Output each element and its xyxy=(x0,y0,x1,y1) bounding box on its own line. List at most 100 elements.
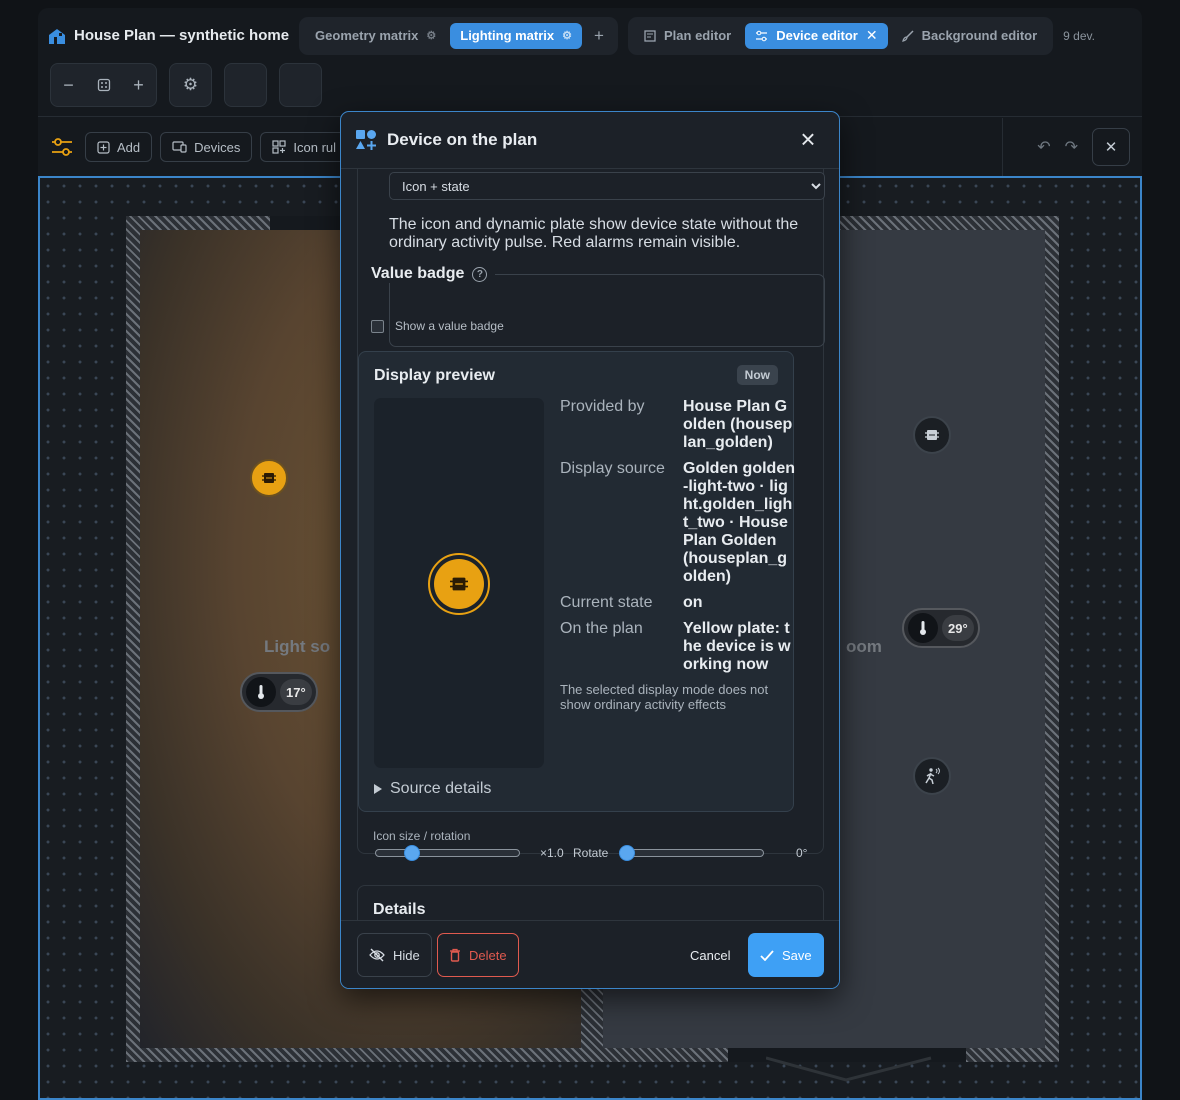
close-dialog-button[interactable]: × xyxy=(795,126,821,153)
preview-properties: Provided by House Plan Golden (houseplan_… xyxy=(560,398,795,712)
cancel-button[interactable]: Cancel xyxy=(679,933,741,977)
settings-button[interactable]: ⚙ xyxy=(169,63,212,107)
property-value: House Plan Golden (houseplan_golden) xyxy=(683,398,793,451)
property-key: Provided by xyxy=(560,398,645,415)
display-preview-panel: Display preview Now Provided by House Pla… xyxy=(358,351,795,812)
preview-title: Display preview xyxy=(374,367,495,384)
icon-rules-button[interactable]: Icon rul xyxy=(260,132,348,162)
dialog-footer: Hide Delete Cancel Save xyxy=(341,920,839,988)
app-title-text: House Plan — synthetic home xyxy=(74,27,290,44)
tab-geometry-matrix[interactable]: Geometry matrix ⚙ xyxy=(305,23,446,49)
tab-label: Background editor xyxy=(921,28,1038,43)
room-label: Light so xyxy=(264,637,331,656)
icon-size-slider-thumb[interactable] xyxy=(404,845,420,861)
property-key: Display source xyxy=(560,460,665,477)
preview-device-marker xyxy=(428,553,490,615)
plan-icon xyxy=(644,29,656,42)
hide-button[interactable]: Hide xyxy=(357,933,432,977)
save-button[interactable]: Save xyxy=(748,933,824,977)
property-key: Current state xyxy=(560,594,653,611)
light-strip-icon xyxy=(262,473,276,483)
light-strip-icon xyxy=(450,577,468,591)
preview-note: The selected display mode does not show … xyxy=(560,682,769,712)
icon-size-value: ×1.0 xyxy=(540,846,564,860)
gear-icon: ⚙ xyxy=(182,75,199,94)
display-mode-select[interactable]: Icon + state xyxy=(389,172,825,200)
toolbar-slot-button[interactable] xyxy=(279,63,322,107)
help-icon[interactable]: ? xyxy=(472,266,488,282)
tab-label: Device editor xyxy=(776,28,858,43)
redo-icon[interactable]: ↷ xyxy=(1065,137,1078,157)
gear-icon: ⚙ xyxy=(562,30,573,42)
checkbox-box[interactable] xyxy=(371,319,384,333)
tab-label: Lighting matrix xyxy=(460,28,555,43)
editor-tabs: Plan editor Device editor ✕ Background e… xyxy=(628,16,1054,55)
dialog-body[interactable]: Icon + state The icon and dynamic plate … xyxy=(341,169,839,920)
tab-plan-editor[interactable]: Plan editor xyxy=(634,23,741,49)
rotate-slider[interactable] xyxy=(619,849,764,857)
devices-button[interactable]: Devices xyxy=(160,132,253,162)
device-light-marker[interactable] xyxy=(250,459,288,497)
top-bar: House Plan — synthetic home Geometry mat… xyxy=(38,8,1142,63)
details-section[interactable]: Details xyxy=(357,885,824,920)
device-motion-marker[interactable] xyxy=(913,757,951,795)
source-details-label: Source details xyxy=(390,780,492,797)
temperature-badge[interactable]: 29° xyxy=(902,608,980,648)
display-mode-description: The icon and dynamic plate show device s… xyxy=(389,216,799,251)
matrix-tabs: Geometry matrix ⚙ Lighting matrix ⚙ + xyxy=(299,16,619,55)
device-count: 9 dev. xyxy=(1063,28,1095,43)
property-value: Yellow plate: the device is working now xyxy=(683,620,791,673)
show-value-badge-checkbox[interactable]: Show a value badge xyxy=(371,319,504,333)
size-rotation-label: Icon size / rotation xyxy=(373,829,471,843)
checkbox-label: Show a value badge xyxy=(395,319,504,333)
property-value: on xyxy=(683,594,703,611)
tab-label: Geometry matrix xyxy=(315,28,419,43)
zoom-out-button[interactable]: − xyxy=(51,63,86,107)
delete-button[interactable]: Delete xyxy=(437,933,519,977)
zoom-in-button[interactable]: + xyxy=(121,63,156,107)
zoom-fit-button[interactable] xyxy=(86,63,121,107)
house-logo-icon xyxy=(49,28,65,44)
value-badge-legend: Value badge ? xyxy=(363,265,496,283)
preview-canvas xyxy=(374,398,544,768)
temperature-badge[interactable]: 17° xyxy=(240,672,318,712)
tab-label: Plan editor xyxy=(664,28,732,43)
icon-size-slider[interactable] xyxy=(375,849,520,857)
delete-label: Delete xyxy=(469,947,507,963)
add-button[interactable]: Add xyxy=(85,132,153,162)
dialog-header: Device on the plan × xyxy=(341,112,839,169)
property-row: Current state on xyxy=(560,594,795,612)
value-badge-group xyxy=(389,274,825,347)
tab-device-editor[interactable]: Device editor ✕ xyxy=(745,22,888,49)
save-label: Save xyxy=(782,947,812,963)
door-swing xyxy=(766,1056,932,1082)
close-icon[interactable]: ✕ xyxy=(866,27,878,44)
devices-label: Devices xyxy=(194,139,241,155)
hide-label: Hide xyxy=(393,947,420,963)
devices-icon xyxy=(172,141,187,153)
zoom-controls: − + xyxy=(50,63,157,107)
icon-grid-icon xyxy=(272,140,286,154)
rotate-slider-thumb[interactable] xyxy=(619,845,635,861)
device-dialog: Device on the plan × Icon + state The ic… xyxy=(340,111,840,989)
trash-icon xyxy=(450,948,460,962)
toolbar-slot-button[interactable] xyxy=(224,63,267,107)
rotate-label: Rotate xyxy=(573,846,609,860)
dialog-title: Device on the plan xyxy=(387,130,538,149)
shapes-add-icon xyxy=(356,130,376,150)
device-light-marker[interactable] xyxy=(913,416,951,454)
close-editor-button[interactable]: ✕ xyxy=(1092,128,1130,166)
tab-background-editor[interactable]: Background editor xyxy=(892,23,1048,49)
rotate-value: 0° xyxy=(796,846,808,860)
undo-icon[interactable]: ↶ xyxy=(1037,137,1050,157)
add-matrix-button[interactable]: + xyxy=(586,23,612,49)
source-details-toggle[interactable]: Source details xyxy=(374,780,491,798)
light-strip-icon xyxy=(925,430,939,440)
tab-lighting-matrix[interactable]: Lighting matrix ⚙ xyxy=(450,22,583,49)
filter-sliders-icon[interactable] xyxy=(51,137,73,157)
door-opening xyxy=(270,216,350,230)
add-label: Add xyxy=(117,139,141,155)
eye-off-icon xyxy=(369,948,385,962)
thermometer-icon xyxy=(246,677,276,707)
property-value: Golden golden-light-two · light.golden_l… xyxy=(683,460,795,585)
